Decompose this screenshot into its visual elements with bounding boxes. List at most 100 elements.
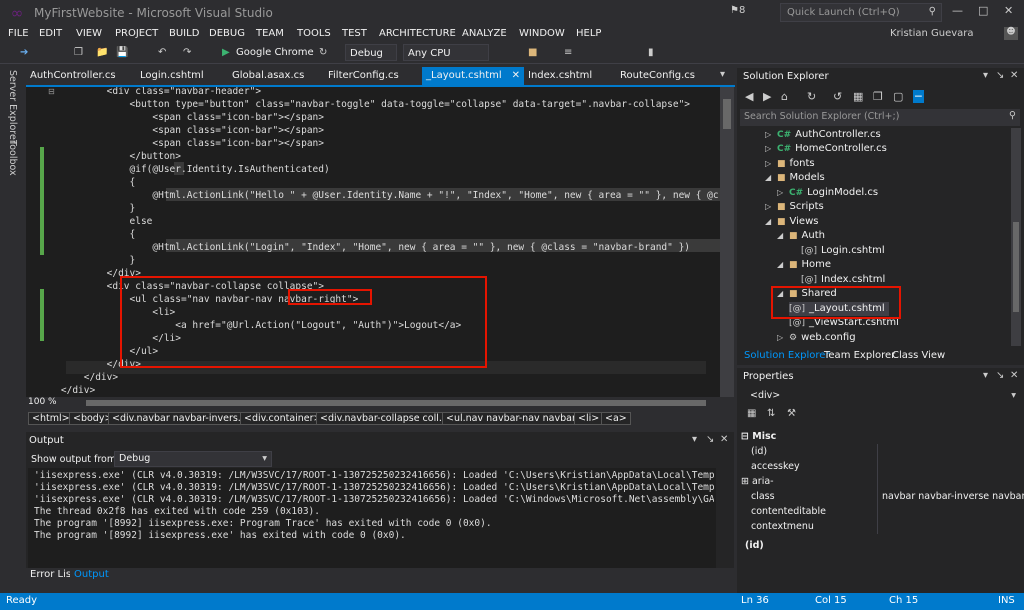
property-value[interactable] — [877, 474, 1024, 489]
start-debugging-icon[interactable]: ▶ — [222, 44, 230, 61]
forward-icon[interactable]: ▶ — [763, 90, 771, 103]
breadcrumb-item[interactable]: <li> — [574, 412, 604, 425]
tab-login[interactable]: Login.cshtml — [136, 67, 208, 85]
property-row[interactable]: ⊞ aria- — [741, 474, 1024, 489]
find-in-files-icon[interactable]: ■ — [528, 44, 537, 61]
dropdown-icon[interactable]: ▾ — [983, 370, 988, 381]
breadcrumb-item[interactable]: <div.navbar-collapse coll...> — [316, 412, 460, 425]
bookmark-icon[interactable]: ▮ — [648, 44, 654, 61]
alphabetical-icon[interactable]: ⇅ — [767, 408, 775, 419]
tree-item[interactable]: ▷ C# HomeController.cs — [765, 142, 887, 156]
back-icon[interactable]: ➔ — [20, 44, 28, 61]
tree-item[interactable]: ▷ ■ Scripts — [765, 200, 824, 214]
breadcrumb-item[interactable]: <a> — [601, 412, 631, 425]
scroll-thumb[interactable] — [1013, 222, 1019, 312]
property-value[interactable]: navbar navbar-inverse navbar- — [877, 489, 1024, 504]
breadcrumb-item[interactable]: <html> — [28, 412, 74, 425]
output-source-dropdown[interactable]: Debug ▾ — [114, 451, 272, 467]
pin-icon[interactable]: ↘ — [706, 434, 714, 445]
format-icon[interactable]: ≡ — [564, 44, 572, 61]
collapse-icon[interactable]: ◢ — [777, 258, 789, 272]
save-icon[interactable]: 💾 — [116, 44, 128, 61]
tab-class-view[interactable]: Class View — [892, 350, 945, 361]
hscroll-thumb[interactable] — [86, 400, 706, 406]
collapse-icon[interactable]: ◢ — [765, 171, 777, 185]
pin-icon[interactable]: ↘ — [996, 370, 1004, 381]
pin-icon[interactable]: ↘ — [996, 70, 1004, 81]
home-icon[interactable]: ⌂ — [781, 90, 788, 103]
browser-select[interactable]: Google Chrome — [236, 44, 314, 61]
collapse-all-icon[interactable]: ▦ — [853, 90, 863, 103]
editor-horizontal-scrollbar[interactable]: 100 % — [26, 397, 734, 409]
category-misc[interactable]: ⊟ Misc — [741, 429, 1014, 444]
tree-item[interactable]: ◢ ■ Views — [765, 215, 818, 229]
menu-window[interactable]: WINDOW — [519, 28, 565, 39]
property-value[interactable] — [877, 519, 1024, 534]
redo-icon[interactable]: ↷ — [183, 44, 191, 61]
tab-solution-explorer[interactable]: Solution Explorer — [744, 350, 830, 361]
server-explorer-tab[interactable]: Server Explorer — [7, 70, 18, 144]
expand-icon[interactable]: ▷ — [765, 142, 777, 156]
output-text-area[interactable]: 'iisexpress.exe' (CLR v4.0.30319: /LM/W3… — [28, 468, 716, 568]
menu-tools[interactable]: TOOLS — [297, 28, 331, 39]
property-row[interactable]: accesskey — [751, 459, 1024, 474]
menu-edit[interactable]: EDIT — [39, 28, 62, 39]
close-icon[interactable]: ✕ — [1010, 370, 1018, 381]
breadcrumb-item[interactable]: <div.navbar navbar-invers...> — [108, 412, 259, 425]
show-all-files-icon[interactable]: ❐ — [873, 90, 883, 103]
close-icon[interactable]: ✕ — [720, 434, 728, 445]
tree-item[interactable]: ▷ C# AuthController.cs — [765, 128, 881, 142]
menu-build[interactable]: BUILD — [169, 28, 199, 39]
collapse-icon[interactable]: ◢ — [777, 229, 789, 243]
tab-output[interactable]: Output — [70, 568, 113, 584]
property-value[interactable] — [877, 459, 1024, 474]
menu-architecture[interactable]: ARCHITECTURE — [379, 28, 456, 39]
expand-icon[interactable]: ▷ — [765, 200, 777, 214]
menu-test[interactable]: TEST — [342, 28, 367, 39]
pin-icon[interactable]: ▾ — [692, 434, 697, 445]
avatar[interactable]: ☻ — [1004, 27, 1018, 40]
close-icon[interactable]: ✕ — [1010, 70, 1018, 81]
notifications[interactable]: ⚑8 — [730, 5, 745, 16]
expand-icon[interactable]: ▷ — [765, 157, 777, 171]
quick-launch-input[interactable]: Quick Launch (Ctrl+Q) ⚲ — [780, 3, 942, 22]
tree-item[interactable]: ◢ ■ Home — [777, 258, 831, 272]
categorized-icon[interactable]: ▦ — [747, 408, 756, 419]
dropdown-icon[interactable]: ▾ — [983, 70, 988, 81]
property-row[interactable]: contenteditable — [751, 504, 1024, 519]
preview-icon[interactable]: ─ — [913, 90, 924, 103]
menu-help[interactable]: HELP — [576, 28, 601, 39]
menu-analyze[interactable]: ANALYZE — [462, 28, 507, 39]
menu-file[interactable]: FILE — [8, 28, 29, 39]
user-name[interactable]: Kristian Guevara — [890, 28, 974, 39]
property-value[interactable] — [877, 444, 1024, 459]
tree-item[interactable]: ▷ ⚙ web.config — [777, 331, 856, 345]
tab-overflow-icon[interactable]: ▾ — [720, 69, 725, 80]
solution-search-input[interactable]: Search Solution Explorer (Ctrl+;) ⚲ — [740, 109, 1020, 126]
open-folder-icon[interactable]: 📁 — [96, 44, 108, 61]
platform-dropdown[interactable]: Any CPU — [403, 44, 489, 61]
menu-project[interactable]: PROJECT — [115, 28, 158, 39]
property-row[interactable]: (id) — [751, 444, 1024, 459]
undo-icon[interactable]: ↶ — [158, 44, 166, 61]
collapse-icon[interactable]: ◢ — [765, 215, 777, 229]
configuration-dropdown[interactable]: Debug — [345, 44, 397, 61]
tab-routeconfig[interactable]: RouteConfig.cs — [616, 67, 699, 85]
expand-icon[interactable]: ▷ — [777, 331, 789, 345]
tab-layout-active[interactable]: _Layout.cshtml ✕ — [422, 67, 524, 85]
tab-global-asax[interactable]: Global.asax.cs — [228, 67, 308, 85]
tree-item[interactable]: [@] Index.cshtml — [801, 273, 885, 287]
editor-vertical-scrollbar[interactable] — [720, 87, 734, 397]
new-project-icon[interactable]: ❐ — [74, 44, 83, 61]
tab-filterconfig[interactable]: FilterConfig.cs — [324, 67, 403, 85]
tab-index[interactable]: Index.cshtml — [524, 67, 596, 85]
tree-scrollbar[interactable] — [1011, 128, 1021, 346]
tab-authcontroller[interactable]: AuthController.cs — [26, 67, 120, 85]
tree-item[interactable]: ▷ ■ fonts — [765, 157, 815, 171]
properties-icon[interactable]: ▢ — [893, 90, 903, 103]
close-icon[interactable]: ✕ — [1004, 4, 1013, 17]
tree-item[interactable]: ◢ ■ Models — [765, 171, 825, 185]
refresh-icon[interactable]: ↺ — [833, 90, 842, 103]
tab-team-explorer[interactable]: Team Explorer — [824, 350, 895, 361]
menu-view[interactable]: VIEW — [76, 28, 102, 39]
